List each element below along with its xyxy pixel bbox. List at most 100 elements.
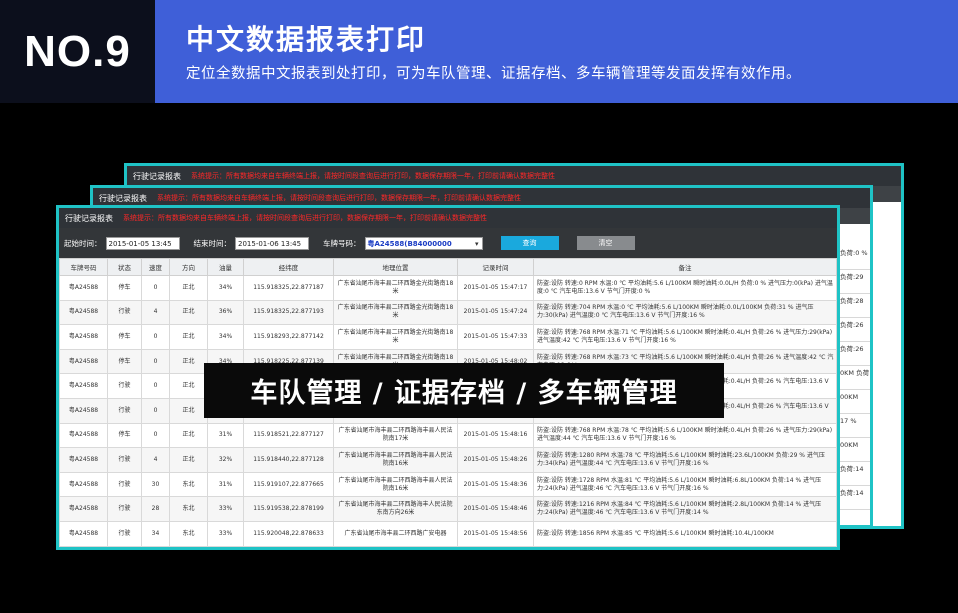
column-header: 状态: [107, 258, 142, 276]
window-titlebar: 行驶记录报表 系统提示：所有数据均来自车辆终端上报，请按时间段查询后进行打印，数…: [59, 208, 837, 228]
table-cell: 2015-01-05 15:47:24: [457, 299, 534, 326]
window-title: 行驶记录报表: [133, 171, 181, 181]
page-subtitle: 定位全数据中文报表到处打印，可为车队管理、证据存档、多车辆管理等发面发挥有效作用…: [186, 66, 801, 82]
table-cell: 停车: [107, 275, 142, 301]
table-cell: 粤A24588: [59, 348, 108, 375]
table-cell: 粤A24588: [59, 520, 108, 547]
table-cell: 115.918440,22.877128: [243, 447, 334, 473]
page-title: 中文数据报表打印: [186, 23, 427, 56]
table-cell: 正北: [169, 397, 208, 424]
table-cell: 停车: [107, 422, 142, 449]
table-cell: 115.920048,22.878633: [243, 520, 334, 547]
table-cell: 广东省汕尾市海丰县二环西路广安电器: [333, 520, 458, 547]
table-cell: 2015-01-05 15:47:17: [457, 275, 534, 301]
table-cell: 行驶: [107, 299, 142, 326]
table-cell: 停车: [107, 348, 142, 375]
table-cell: 行驶: [107, 471, 142, 498]
window-warning: 系统提示：所有数据均来自车辆终端上报，请按时间段查询后进行打印，数据保存期限一年…: [123, 214, 487, 222]
table-cell: 2015-01-05 15:47:33: [457, 324, 534, 350]
table-cell: 115.918325,22.877187: [243, 275, 334, 301]
table-cell: 防盗:设防 转速:1856 RPM 水温:85 ℃ 平均油耗:5.6 L/100…: [533, 520, 837, 547]
table-cell: 34%: [207, 275, 244, 301]
table-cell: 行驶: [107, 373, 142, 399]
window-titlebar: 行驶记录报表 系统提示：所有数据均来自车辆终端上报，请按时间段查询后进行打印，数…: [127, 166, 901, 186]
table-cell: 正北: [169, 348, 208, 375]
table-row[interactable]: 粤A24588 停车 0 正北 31% 115.918521,22.877127 广东省汕尾…: [59, 422, 837, 449]
window-title: 行驶记录报表: [99, 193, 147, 203]
table-row[interactable]: 粤A24588 行驶 28 东北 33% 115.919538,22.878199 广东省汕…: [59, 496, 837, 522]
table-cell: 0: [141, 275, 170, 301]
table-row[interactable]: 粤A24588 行驶 4 正北 36% 115.918325,22.877193 广东省汕尾…: [59, 299, 837, 326]
table-cell: 粤A24588: [59, 397, 108, 424]
table-header-row: 车牌号码 状态 速度 方向 油量 经纬度 地理位置 记录时间 备注: [59, 258, 837, 276]
table-cell: 防盗:设防 转速:768 RPM 水温:71 ℃ 平均油耗:5.6 L/100K…: [533, 324, 837, 350]
table-cell: 粤A24588: [59, 299, 108, 326]
table-cell: 34: [141, 520, 170, 547]
peek-cell: 负荷:0 %: [838, 246, 870, 270]
peek-cell: 00KM: [838, 438, 870, 462]
table-cell: 行驶: [107, 447, 142, 473]
peek-cell: 负荷:14: [838, 462, 870, 486]
window-title: 行驶记录报表: [65, 213, 113, 223]
table-row[interactable]: 粤A24588 停车 0 正北 34% 115.918325,22.877187 广东省汕尾…: [59, 275, 837, 301]
table-cell: 广东省汕尾市海丰县二环西路海丰县人民法院南17米: [333, 422, 458, 449]
peek-cell: 负荷:26: [838, 342, 870, 366]
table-cell: 广东省汕尾市海丰县二环西路金光街路南18米: [333, 275, 458, 301]
table-row[interactable]: 粤A24588 停车 0 正北 34% 115.918293,22.877142 广东省汕尾…: [59, 324, 837, 350]
plate-select[interactable]: 粤A24588(B84000000 ▾: [364, 236, 483, 250]
end-time-input[interactable]: 2015-01-06 13:45: [235, 236, 309, 250]
table-cell: 防盗:设防 转速:704 RPM 水温:0 ℃ 平均油耗:5.6 L/100KM…: [533, 299, 837, 326]
window-warning: 系统提示：所有数据均来自车辆终端上报，请按时间段查询后进行打印，数据保存期限一年…: [157, 194, 521, 202]
table-cell: 2015-01-05 15:48:26: [457, 447, 534, 473]
table-cell: 正北: [169, 422, 208, 449]
table-cell: 0: [141, 373, 170, 399]
table-cell: 115.918521,22.877127: [243, 422, 334, 449]
column-header: 地理位置: [333, 258, 458, 276]
table-cell: 东北: [169, 520, 208, 547]
table-row[interactable]: 粤A24588 行驶 34 东北 33% 115.920048,22.878633 广东省汕…: [59, 520, 837, 547]
query-button[interactable]: 查询: [500, 236, 559, 250]
table-cell: 0: [141, 348, 170, 375]
column-header: 方向: [169, 258, 208, 276]
table-cell: 4: [141, 299, 170, 326]
table-cell: 行驶: [107, 397, 142, 424]
chevron-down-icon: ▾: [474, 239, 479, 248]
start-time-input[interactable]: 2015-01-05 13:45: [105, 236, 180, 250]
table-cell: 正北: [169, 373, 208, 399]
peek-cell: 负荷:29: [838, 270, 870, 294]
table-cell: 0: [141, 397, 170, 424]
table-cell: 粤A24588: [59, 471, 108, 498]
table-cell: 32%: [207, 447, 244, 473]
table-cell: 东北: [169, 471, 208, 498]
table-cell: 正北: [169, 275, 208, 301]
table-cell: 广东省汕尾市海丰县二环西路金光街路南18米: [333, 324, 458, 350]
plate-label: 车牌号码：: [323, 238, 361, 248]
peek-note-column: 负荷:0 % 负荷:29 负荷:28 负荷:26 负荷:26 0KM 负荷 00…: [838, 246, 870, 510]
table-cell: 粤A24588: [59, 275, 108, 301]
table-row[interactable]: 粤A24588 行驶 4 正北 32% 115.918440,22.877128 广东省汕尾…: [59, 447, 837, 473]
peek-cell: 00KM: [838, 390, 870, 414]
table-cell: 粤A24588: [59, 496, 108, 522]
reset-button[interactable]: 清空: [576, 236, 635, 250]
table-cell: 正北: [169, 299, 208, 326]
table-cell: 115.919107,22.877665: [243, 471, 334, 498]
table-cell: 停车: [107, 324, 142, 350]
peek-cell: 0KM 负荷: [838, 366, 870, 390]
table-cell: 广东省汕尾市海丰县二环西路海丰人民法院东南方向26米: [333, 496, 458, 522]
column-header: 经纬度: [243, 258, 334, 276]
table-cell: 30: [141, 471, 170, 498]
column-header: 速度: [141, 258, 170, 276]
table-cell: 34%: [207, 324, 244, 350]
table-cell: 2015-01-05 15:48:36: [457, 471, 534, 498]
table-cell: 广东省汕尾市海丰县二环西路金光街路南18米: [333, 299, 458, 326]
table-cell: 正北: [169, 324, 208, 350]
table-cell: 31%: [207, 422, 244, 449]
table-cell: 33%: [207, 496, 244, 522]
table-row[interactable]: 粤A24588 行驶 30 东北 31% 115.919107,22.877665 广东省汕…: [59, 471, 837, 498]
table-cell: 粤A24588: [59, 447, 108, 473]
column-header: 车牌号码: [59, 258, 108, 276]
table-cell: 粤A24588: [59, 373, 108, 399]
table-cell: 东北: [169, 496, 208, 522]
table-cell: 行驶: [107, 496, 142, 522]
column-header: 备注: [533, 258, 837, 276]
